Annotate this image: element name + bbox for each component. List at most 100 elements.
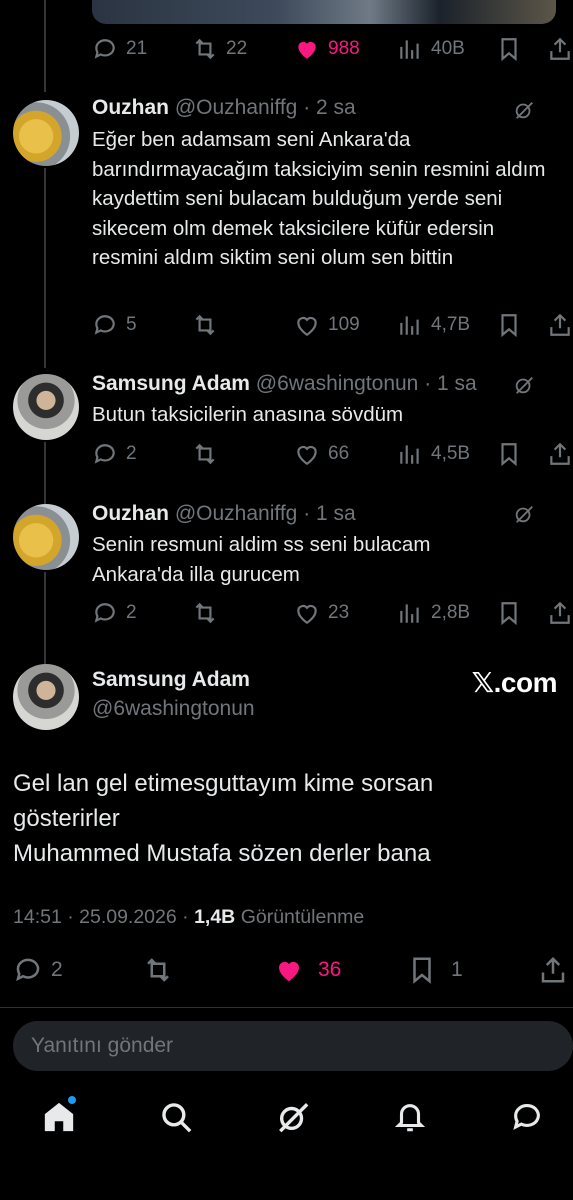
previous-tweet-actions: 21 22 988 40B (92, 34, 573, 64)
grok-icon[interactable] (513, 99, 535, 121)
like-button[interactable]: 36 (274, 953, 341, 987)
views-icon (400, 604, 419, 623)
nav-grok[interactable] (276, 1100, 310, 1134)
like-count: 23 (328, 602, 350, 623)
views-icon (400, 316, 419, 335)
author-handle[interactable]: @6washingtonun (256, 372, 419, 395)
share-button[interactable] (547, 439, 573, 469)
main-tweet-text: Gel lan gel etimesguttayım kime sorsan g… (13, 766, 559, 871)
author-name[interactable]: Samsung Adam (92, 372, 250, 395)
reply-button[interactable]: 2 (13, 953, 63, 987)
thread-line (44, 168, 46, 368)
author-name[interactable]: Ouzhan (92, 502, 169, 525)
author-name[interactable]: Samsung Adam (92, 668, 255, 692)
reply-tweet[interactable]: Ouzhan @Ouzhaniffg · 1 sa Senin resmuni … (92, 501, 559, 589)
bookmark-icon (501, 38, 517, 62)
bookmark-icon (501, 314, 517, 338)
views-count: 1,4B (194, 906, 236, 928)
repost-icon (147, 958, 169, 982)
reply-tweet[interactable]: Ouzhan @Ouzhaniffg · 2 sa Eğer ben adams… (92, 95, 559, 273)
share-icon (550, 442, 570, 465)
reply-button[interactable]: 5 (92, 310, 137, 340)
share-button[interactable] (538, 953, 568, 987)
author-name[interactable]: Ouzhan (92, 96, 169, 119)
bookmark-count: 1 (451, 958, 463, 981)
heart-filled-icon (279, 961, 299, 982)
tweet-timestamp[interactable]: 14:51 · 25.09.2026 · (13, 906, 189, 928)
repost-button[interactable]: 22 (192, 34, 247, 64)
thread-line (44, 0, 46, 92)
like-button[interactable]: 23 (294, 598, 349, 628)
bookmark-button[interactable] (496, 598, 522, 628)
repost-button[interactable] (192, 310, 218, 340)
views-button[interactable]: 40B (397, 34, 465, 64)
grok-icon[interactable] (513, 503, 535, 525)
reply-actions: 2 23 2,8B (92, 598, 573, 628)
like-button[interactable]: 66 (294, 439, 349, 469)
tweet-time: · 2 sa (303, 96, 356, 119)
reply-input[interactable]: Yanıtını gönder (13, 1021, 573, 1071)
views-label: Görüntülenme (240, 906, 365, 928)
bookmark-button[interactable]: 1 (407, 953, 463, 987)
avatar[interactable] (13, 664, 79, 730)
author-handle[interactable]: @Ouzhaniffg (175, 502, 298, 525)
reply-count: 2 (51, 958, 63, 981)
reply-tweet[interactable]: Samsung Adam @6washingtonun · 1 sa Butun… (92, 371, 559, 430)
reply-icon (94, 315, 115, 335)
share-button[interactable] (547, 34, 573, 64)
bookmark-icon (501, 602, 517, 626)
repost-button[interactable] (143, 953, 173, 987)
reply-count: 2 (126, 443, 137, 464)
avatar[interactable] (13, 504, 79, 570)
grok-icon[interactable] (513, 374, 535, 396)
tweet-text-line: gösterirler (13, 805, 120, 832)
reply-actions: 2 66 4,5B (92, 439, 573, 469)
reply-icon (16, 958, 40, 982)
repost-button[interactable] (192, 598, 218, 628)
views-button[interactable]: 4,7B (397, 310, 470, 340)
bottom-nav (0, 1090, 573, 1142)
repost-icon (195, 314, 215, 336)
like-count: 988 (328, 38, 360, 59)
reply-button[interactable]: 2 (92, 439, 137, 469)
reply-button[interactable]: 21 (92, 34, 147, 64)
views-count: 4,5B (431, 443, 471, 464)
views-icon (400, 445, 419, 464)
previous-tweet-media[interactable] (92, 0, 556, 24)
main-tweet-header: Samsung Adam @6washingtonun (92, 668, 255, 721)
like-button[interactable]: 109 (294, 310, 360, 340)
thread-line (44, 572, 46, 664)
notification-dot (68, 1096, 76, 1104)
thread-line (44, 442, 46, 504)
like-button[interactable]: 988 (294, 34, 360, 64)
bookmark-button[interactable] (496, 34, 522, 64)
reply-count: 5 (126, 314, 137, 335)
share-button[interactable] (547, 310, 573, 340)
like-count: 109 (328, 314, 360, 335)
share-button[interactable] (547, 598, 573, 628)
like-count: 66 (328, 443, 350, 464)
repost-button[interactable] (192, 439, 218, 469)
nav-home[interactable] (42, 1096, 76, 1134)
share-icon (550, 313, 570, 336)
author-handle[interactable]: @Ouzhaniffg (175, 96, 298, 119)
views-button[interactable]: 4,5B (397, 439, 470, 469)
avatar[interactable] (13, 374, 79, 440)
nav-messages[interactable] (510, 1100, 544, 1134)
views-button[interactable]: 2,8B (397, 598, 470, 628)
author-handle[interactable]: @6washingtonun (92, 697, 255, 721)
repost-icon (195, 602, 215, 624)
nav-search[interactable] (159, 1100, 193, 1134)
heart-icon (297, 316, 317, 337)
reply-button[interactable]: 2 (92, 598, 137, 628)
bookmark-icon (413, 957, 431, 984)
bookmark-button[interactable] (496, 310, 522, 340)
repost-count: 22 (226, 38, 248, 59)
tweet-time: · 1 sa (424, 372, 477, 395)
share-icon (550, 37, 570, 60)
nav-notifications[interactable] (393, 1100, 427, 1134)
thread-page: 21 22 988 40B Ouzhan @Ouzhaniffg · 2 sa … (0, 0, 573, 1200)
avatar[interactable] (13, 100, 79, 166)
search-icon (162, 1103, 192, 1133)
bookmark-button[interactable] (496, 439, 522, 469)
